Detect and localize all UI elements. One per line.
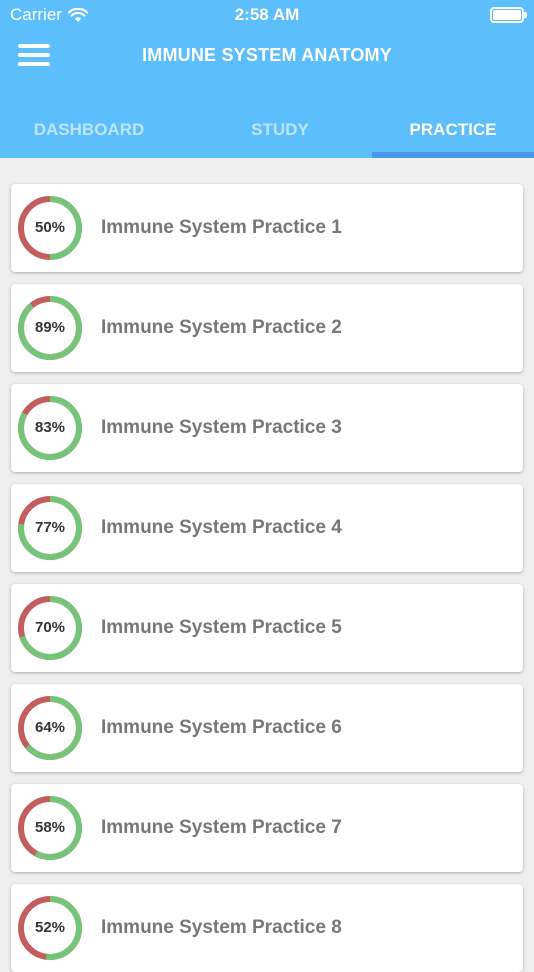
score-percent-label: 52% (34, 919, 66, 936)
practice-item-title: Immune System Practice 1 (101, 217, 342, 238)
practice-item[interactable]: 50% Immune System Practice 1 (11, 184, 523, 272)
tab-study[interactable]: STUDY (198, 105, 362, 158)
practice-item-title: Immune System Practice 3 (101, 417, 342, 438)
practice-item-title: Immune System Practice 5 (101, 617, 342, 638)
score-percent-label: 77% (34, 519, 66, 536)
score-percent-label: 89% (34, 319, 66, 336)
battery-icon (490, 7, 527, 23)
status-bar: Carrier 2:58 AM (0, 0, 534, 30)
score-percent-label: 64% (34, 719, 66, 736)
app-header: Carrier 2:58 AM IMMUNE SYSTEM ANATOMY DA… (0, 0, 534, 158)
practice-item-title: Immune System Practice 7 (101, 817, 342, 838)
practice-item-title: Immune System Practice 8 (101, 917, 342, 938)
practice-item[interactable]: 52% Immune System Practice 8 (11, 884, 523, 972)
practice-item[interactable]: 70% Immune System Practice 5 (11, 584, 523, 672)
score-percent-label: 50% (34, 219, 66, 236)
practice-item-title: Immune System Practice 4 (101, 517, 342, 538)
score-percent-label: 58% (34, 819, 66, 836)
practice-item[interactable]: 77% Immune System Practice 4 (11, 484, 523, 572)
practice-item[interactable]: 83% Immune System Practice 3 (11, 384, 523, 472)
score-percent-label: 83% (34, 419, 66, 436)
score-percent-label: 70% (34, 619, 66, 636)
practice-item[interactable]: 89% Immune System Practice 2 (11, 284, 523, 372)
tab-practice[interactable]: PRACTICE (372, 105, 534, 158)
practice-item-title: Immune System Practice 6 (101, 717, 342, 738)
tab-dashboard[interactable]: DASHBOARD (0, 105, 178, 158)
status-time: 2:58 AM (234, 5, 300, 24)
app-title: IMMUNE SYSTEM ANATOMY (142, 45, 392, 65)
tab-bar: DASHBOARD STUDY PRACTICE (0, 105, 534, 158)
practice-item[interactable]: 64% Immune System Practice 6 (11, 684, 523, 772)
practice-item[interactable]: 58% Immune System Practice 7 (11, 784, 523, 872)
practice-item-title: Immune System Practice 2 (101, 317, 342, 338)
active-tab-indicator (372, 152, 534, 158)
